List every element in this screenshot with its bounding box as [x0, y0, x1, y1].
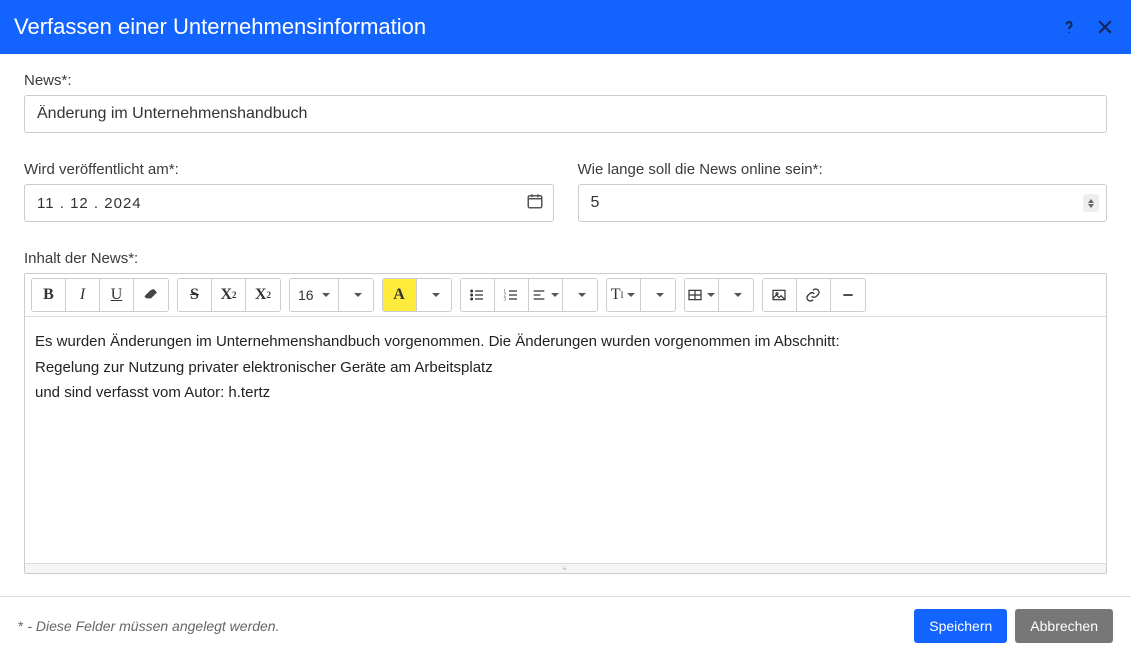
table-button[interactable]: [685, 279, 719, 311]
editor-toolbar: B I U S X2 X2 16 A: [25, 274, 1106, 317]
text-color-more-button[interactable]: [417, 279, 451, 311]
save-button[interactable]: Speichern: [914, 609, 1007, 643]
font-size-value: 16: [298, 287, 314, 303]
rich-text-editor: B I U S X2 X2 16 A: [24, 273, 1107, 574]
publish-date-label: Wird veröffentlicht am*:: [24, 161, 554, 178]
underline-button[interactable]: U: [100, 279, 134, 311]
paragraph-more-button[interactable]: [641, 279, 675, 311]
dialog-title: Verfassen einer Unternehmensinformation: [14, 14, 1057, 40]
required-hint: * - Diese Felder müssen angelegt werden.: [18, 618, 279, 634]
superscript-button[interactable]: X2: [212, 279, 246, 311]
content-line: Regelung zur Nutzung privater elektronis…: [35, 355, 1096, 381]
eraser-button[interactable]: [134, 279, 168, 311]
align-more-button[interactable]: [563, 279, 597, 311]
duration-label: Wie lange soll die News online sein*:: [578, 161, 1108, 178]
font-size-button[interactable]: 16: [290, 279, 339, 311]
news-input[interactable]: [24, 95, 1107, 133]
editor-content-area[interactable]: Es wurden Änderungen im Unternehmenshand…: [25, 317, 1106, 563]
font-size-more-button[interactable]: [339, 279, 373, 311]
text-color-button[interactable]: A: [383, 279, 417, 311]
image-button[interactable]: [763, 279, 797, 311]
calendar-icon[interactable]: [526, 192, 544, 214]
align-button[interactable]: [529, 279, 563, 311]
paragraph-format-button[interactable]: TI: [607, 279, 641, 311]
link-button[interactable]: [797, 279, 831, 311]
bold-button[interactable]: B: [32, 279, 66, 311]
dialog-footer: * - Diese Felder müssen angelegt werden.…: [0, 596, 1131, 655]
resize-handle[interactable]: ≡: [25, 563, 1106, 573]
strikethrough-button[interactable]: S: [178, 279, 212, 311]
dialog-header: Verfassen einer Unternehmensinformation: [0, 0, 1131, 54]
ordered-list-button[interactable]: 123: [495, 279, 529, 311]
stepper-icon[interactable]: [1083, 194, 1099, 212]
horizontal-rule-button[interactable]: [831, 279, 865, 311]
table-more-button[interactable]: [719, 279, 753, 311]
close-icon[interactable]: [1093, 15, 1117, 39]
subscript-button[interactable]: X2: [246, 279, 280, 311]
content-label: Inhalt der News*:: [24, 250, 1107, 267]
help-icon[interactable]: [1057, 15, 1081, 39]
content-line: und sind verfasst vom Autor: h.tertz: [35, 380, 1096, 406]
unordered-list-button[interactable]: [461, 279, 495, 311]
italic-button[interactable]: I: [66, 279, 100, 311]
cancel-button[interactable]: Abbrechen: [1015, 609, 1113, 643]
duration-input[interactable]: [578, 184, 1108, 222]
news-label: News*:: [24, 72, 1107, 89]
publish-date-input[interactable]: [24, 184, 554, 222]
svg-text:3: 3: [504, 297, 507, 302]
content-line: Es wurden Änderungen im Unternehmenshand…: [35, 329, 1096, 355]
